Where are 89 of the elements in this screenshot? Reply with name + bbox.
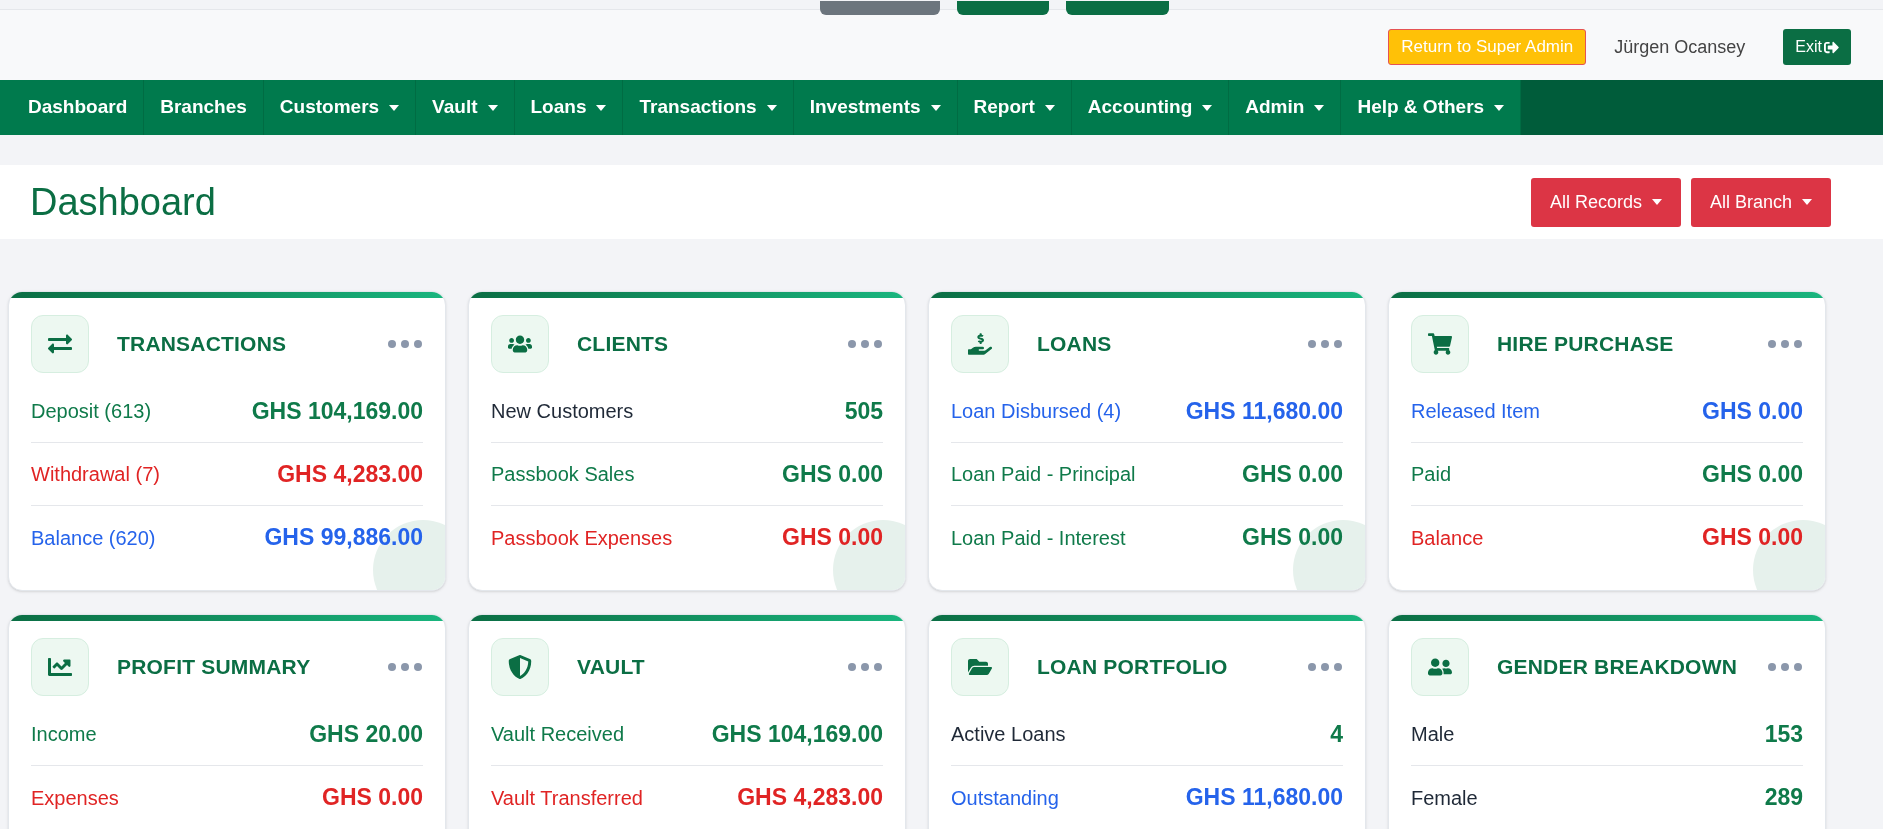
row-value: GHS 99,886.00 bbox=[264, 523, 423, 553]
row-value: GHS 20.00 bbox=[309, 719, 423, 749]
cart-icon bbox=[1428, 332, 1452, 356]
nav-item[interactable]: Accounting bbox=[1071, 80, 1230, 135]
card-title: LOANS bbox=[1037, 331, 1112, 358]
row-label: Loan Disbursed (4) bbox=[951, 399, 1122, 424]
row-label: Balance bbox=[1411, 525, 1484, 551]
row-label: Balance (620) bbox=[31, 525, 156, 551]
row-label: Paid bbox=[1411, 462, 1452, 487]
row-value: GHS 104,169.00 bbox=[251, 396, 423, 426]
row-label: Vault Received bbox=[491, 722, 625, 747]
row-value: GHS 0.00 bbox=[322, 783, 423, 813]
row-value: GHS 0.00 bbox=[782, 523, 883, 553]
more-icon[interactable] bbox=[387, 662, 423, 672]
card-title: PROFIT SUMMARY bbox=[117, 654, 311, 681]
filter-dropdown[interactable]: All Branch bbox=[1690, 177, 1831, 227]
card-title: TRANSACTIONS bbox=[117, 331, 287, 358]
nav-item[interactable]: Vault bbox=[416, 80, 515, 135]
sign-out-icon bbox=[1824, 39, 1839, 55]
row-label: Male bbox=[1411, 722, 1455, 747]
nav-item[interactable]: Branches bbox=[144, 80, 264, 135]
caret-icon bbox=[487, 104, 498, 111]
card-title: VAULT bbox=[577, 654, 645, 681]
nav-item[interactable]: Customers bbox=[263, 80, 417, 135]
card-title: LOAN PORTFOLIO bbox=[1037, 654, 1228, 681]
nav-item[interactable]: Transactions bbox=[623, 80, 794, 135]
row-value: GHS 0.00 bbox=[782, 459, 883, 489]
row-value: 153 bbox=[1764, 719, 1803, 749]
row-label: Vault Transferred bbox=[491, 785, 643, 811]
caret-icon bbox=[389, 104, 400, 111]
row-value: GHS 0.00 bbox=[1702, 459, 1803, 489]
exit-button[interactable]: Exit bbox=[1783, 29, 1851, 65]
nav-item[interactable]: Investments bbox=[793, 80, 958, 135]
more-icon[interactable] bbox=[1767, 339, 1803, 349]
more-icon[interactable] bbox=[1767, 662, 1803, 672]
row-value: 505 bbox=[844, 396, 883, 426]
row-value: GHS 0.00 bbox=[1702, 396, 1803, 426]
row-value: GHS 11,680.00 bbox=[1185, 396, 1343, 426]
nav-item[interactable]: Admin bbox=[1229, 80, 1342, 135]
row-label: Withdrawal (7) bbox=[31, 462, 160, 487]
caret-icon bbox=[930, 104, 941, 111]
filter-dropdown[interactable]: All Records bbox=[1530, 177, 1681, 227]
caret-icon bbox=[1494, 104, 1505, 111]
caret-icon bbox=[596, 104, 607, 111]
more-icon[interactable] bbox=[1307, 662, 1343, 672]
row-label: Released Item bbox=[1411, 399, 1540, 424]
row-label: Income bbox=[31, 722, 97, 747]
nav-item[interactable]: Report bbox=[957, 80, 1072, 135]
card-title: HIRE PURCHASE bbox=[1497, 331, 1674, 358]
caret-icon bbox=[1802, 199, 1812, 205]
row-label: Deposit (613) bbox=[31, 399, 152, 424]
row-label: Expenses bbox=[31, 785, 119, 811]
arrows-icon bbox=[48, 332, 72, 356]
row-label: Loan Paid - Principal bbox=[951, 462, 1136, 487]
caret-icon bbox=[1044, 104, 1055, 111]
shield-icon bbox=[508, 655, 532, 679]
more-icon[interactable] bbox=[387, 339, 423, 349]
hand-dollar-icon bbox=[968, 332, 992, 356]
row-value: GHS 4,283.00 bbox=[277, 459, 423, 489]
row-label: Active Loans bbox=[951, 722, 1066, 747]
user-name: Jürgen Ocansey bbox=[1614, 35, 1746, 59]
caret-icon bbox=[1651, 199, 1662, 205]
row-label: Loan Paid - Interest bbox=[951, 525, 1126, 551]
nav-item[interactable]: Dashboard bbox=[12, 80, 145, 135]
card-title: GENDER BREAKDOWN bbox=[1497, 654, 1738, 681]
row-label: Passbook Expenses bbox=[491, 525, 673, 551]
row-value: GHS 0.00 bbox=[1702, 523, 1803, 553]
row-value: 289 bbox=[1764, 783, 1803, 813]
row-label: Female bbox=[1411, 785, 1478, 811]
caret-icon bbox=[766, 104, 777, 111]
more-icon[interactable] bbox=[847, 339, 883, 349]
row-value: 4 bbox=[1330, 719, 1343, 749]
nav-item[interactable]: Loans bbox=[514, 80, 624, 135]
row-label: New Customers bbox=[491, 399, 634, 424]
more-icon[interactable] bbox=[1307, 339, 1343, 349]
row-value: GHS 11,680.00 bbox=[1185, 783, 1343, 813]
caret-icon bbox=[1202, 104, 1213, 111]
card-title: CLIENTS bbox=[577, 331, 669, 358]
nav-item[interactable]: Help & Others bbox=[1341, 80, 1522, 135]
more-icon[interactable] bbox=[847, 662, 883, 672]
caret-icon bbox=[1314, 104, 1325, 111]
row-value: GHS 104,169.00 bbox=[711, 719, 883, 749]
chart-icon bbox=[48, 655, 72, 679]
row-value: GHS 0.00 bbox=[1242, 523, 1343, 553]
page-title: Dashboard bbox=[30, 179, 216, 225]
row-label: Outstanding bbox=[951, 785, 1059, 811]
row-value: GHS 0.00 bbox=[1242, 459, 1343, 489]
row-label: Passbook Sales bbox=[491, 462, 635, 487]
row-value: GHS 4,283.00 bbox=[737, 783, 883, 813]
